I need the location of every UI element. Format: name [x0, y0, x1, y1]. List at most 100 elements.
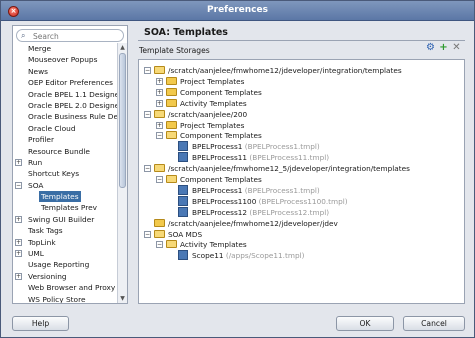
category-item[interactable]: Task Tags [13, 225, 117, 236]
category-item[interactable]: Oracle Cloud [13, 123, 117, 134]
collapse-icon[interactable]: − [156, 132, 163, 140]
tree-node-name: BPELProcess1 [192, 142, 243, 152]
scroll-down-icon[interactable]: ▼ [119, 295, 126, 302]
category-item[interactable]: + Versioning [13, 271, 117, 282]
expand-icon[interactable]: + [15, 158, 22, 166]
tree-node-label: BPELProcess11 (BPELProcess11.tmpl) [192, 152, 329, 163]
tree-node-label: Activity Templates [180, 239, 247, 250]
bpel-process-icon [178, 195, 188, 206]
category-label: Usage Reporting [28, 260, 90, 270]
storages-label: Template Storages [139, 46, 210, 55]
help-button[interactable]: Help [12, 316, 69, 331]
tree-node-label: BPELProcess1100 (BPELProcess1100.tmpl) [192, 196, 348, 207]
tree-node-filename: (BPELProcess12.tmpl) [249, 207, 330, 217]
expand-icon[interactable]: + [156, 77, 163, 85]
collapse-icon[interactable]: − [144, 67, 151, 74]
expand-icon[interactable]: + [156, 121, 163, 129]
category-label: Task Tags [28, 226, 63, 236]
delete-icon[interactable]: ✕ [451, 43, 462, 54]
tree-node-name: /scratch/aanjelee/200 [168, 109, 248, 119]
category-label: TopLink [28, 237, 56, 247]
tree-node-name: BPELProcess12 [192, 207, 248, 217]
category-item[interactable]: Usage Reporting [13, 259, 117, 270]
tree-node-label: Scope11 (/apps/Scope11.tmpl) [192, 250, 304, 261]
category-item[interactable]: + Swing GUI Builder [13, 214, 117, 225]
cancel-button[interactable]: Cancel [403, 316, 465, 331]
category-label: OEP Editor Preferences [28, 78, 113, 88]
tree-node-label: Project Templates [180, 76, 244, 87]
tree-node-name: /scratch/aanjelee/fmwhome12/jdeveloper/i… [168, 66, 402, 75]
category-item[interactable]: Web Browser and Proxy [13, 282, 117, 293]
category-item[interactable]: Oracle Business Rule De: [13, 111, 121, 122]
category-item[interactable]: + UML [13, 248, 117, 259]
category-item[interactable]: Templates [13, 191, 117, 203]
bpel-process-icon [178, 184, 188, 195]
tree-node-name: Scope11 [192, 251, 224, 261]
category-item[interactable]: − SOA [13, 180, 117, 191]
folder-icon [166, 131, 177, 140]
category-label: Oracle BPEL 1.1 Designer [28, 89, 123, 99]
expand-icon[interactable]: + [15, 238, 22, 246]
expand-icon[interactable]: + [15, 272, 22, 280]
category-scrollbar[interactable]: ▲ ▼ [117, 43, 127, 303]
tree-node-name: BPELProcess1100 [192, 196, 257, 206]
category-item[interactable]: Shortcut Keys [13, 168, 117, 179]
tree-node-filename: (BPELProcess11.tmpl) [249, 153, 330, 163]
folder-icon [154, 66, 165, 74]
tree-node-name: Component Templates [180, 87, 262, 97]
category-item[interactable]: Merge [13, 43, 117, 54]
category-label: Oracle Cloud [28, 123, 76, 133]
collapse-icon[interactable]: − [156, 176, 163, 183]
category-item[interactable]: News [13, 66, 117, 77]
expand-icon[interactable]: + [15, 215, 22, 223]
add-icon[interactable]: + [438, 43, 449, 54]
templates-panel: SOA: Templates Template Storages ⚙ + ✕ −/s… [138, 25, 465, 304]
folder-icon [154, 109, 165, 118]
category-item[interactable]: Oracle BPEL 2.0 Designer [13, 100, 122, 111]
folder-icon [166, 98, 177, 107]
category-item[interactable]: Oracle BPEL 1.1 Designer [13, 89, 122, 100]
tree-node-name: Component Templates [180, 131, 262, 141]
folder-icon [154, 164, 165, 173]
tree-node-name: BPELProcess1 [192, 185, 243, 195]
search-box[interactable]: ⌕ [16, 29, 124, 42]
category-item[interactable]: OEP Editor Preferences [13, 77, 117, 88]
category-tree: Merge Mouseover Popups News OEP Editor Pref… [13, 43, 122, 304]
collapse-icon[interactable]: − [144, 110, 151, 118]
scroll-thumb[interactable] [119, 53, 126, 188]
tree-node-label: /scratch/aanjelee/fmwhome12_5/jdeveloper… [168, 163, 410, 174]
expand-icon[interactable]: + [156, 99, 163, 107]
collapse-icon[interactable]: − [156, 241, 163, 249]
scroll-up-icon[interactable]: ▲ [119, 44, 126, 51]
folder-icon [166, 76, 177, 85]
expand-icon[interactable]: + [15, 250, 22, 258]
category-item[interactable]: + TopLink [13, 237, 117, 248]
category-label: Versioning [28, 271, 67, 281]
settings-icon[interactable]: ⚙ [425, 43, 436, 54]
category-item[interactable]: WS Policy Store [13, 294, 117, 304]
collapse-icon[interactable]: − [144, 165, 151, 173]
category-item[interactable]: Templates Prev [13, 202, 117, 213]
expand-icon[interactable]: + [156, 88, 163, 96]
category-item[interactable]: Profiler [13, 134, 117, 145]
tree-node-label: BPELProcess12 (BPELProcess12.tmpl) [192, 207, 329, 218]
ok-button[interactable]: OK [336, 316, 394, 331]
collapse-icon[interactable]: − [144, 230, 151, 238]
scope-icon [178, 250, 188, 261]
category-item[interactable]: Mouseover Popups [13, 54, 117, 65]
category-item[interactable]: + Run [13, 157, 117, 168]
tree-node-name: /scratch/aanjelee/fmwhome12/jdeveloper/j… [168, 218, 338, 228]
window-title: Preferences [207, 5, 268, 15]
folder-icon [154, 218, 165, 227]
category-label: Mouseover Popups [28, 55, 98, 65]
tree-node-label: Component Templates [180, 87, 262, 98]
category-item[interactable]: Resource Bundle [13, 146, 117, 157]
category-label: Templates [39, 191, 81, 203]
folder-icon [166, 175, 177, 183]
search-input[interactable] [33, 31, 119, 41]
category-label: News [28, 66, 48, 76]
collapse-icon[interactable]: − [15, 181, 22, 189]
dialog-footer: Help OK Cancel [1, 310, 474, 337]
category-label: WS Policy Store [28, 294, 86, 304]
tree-node-label: Component Templates [180, 130, 262, 141]
